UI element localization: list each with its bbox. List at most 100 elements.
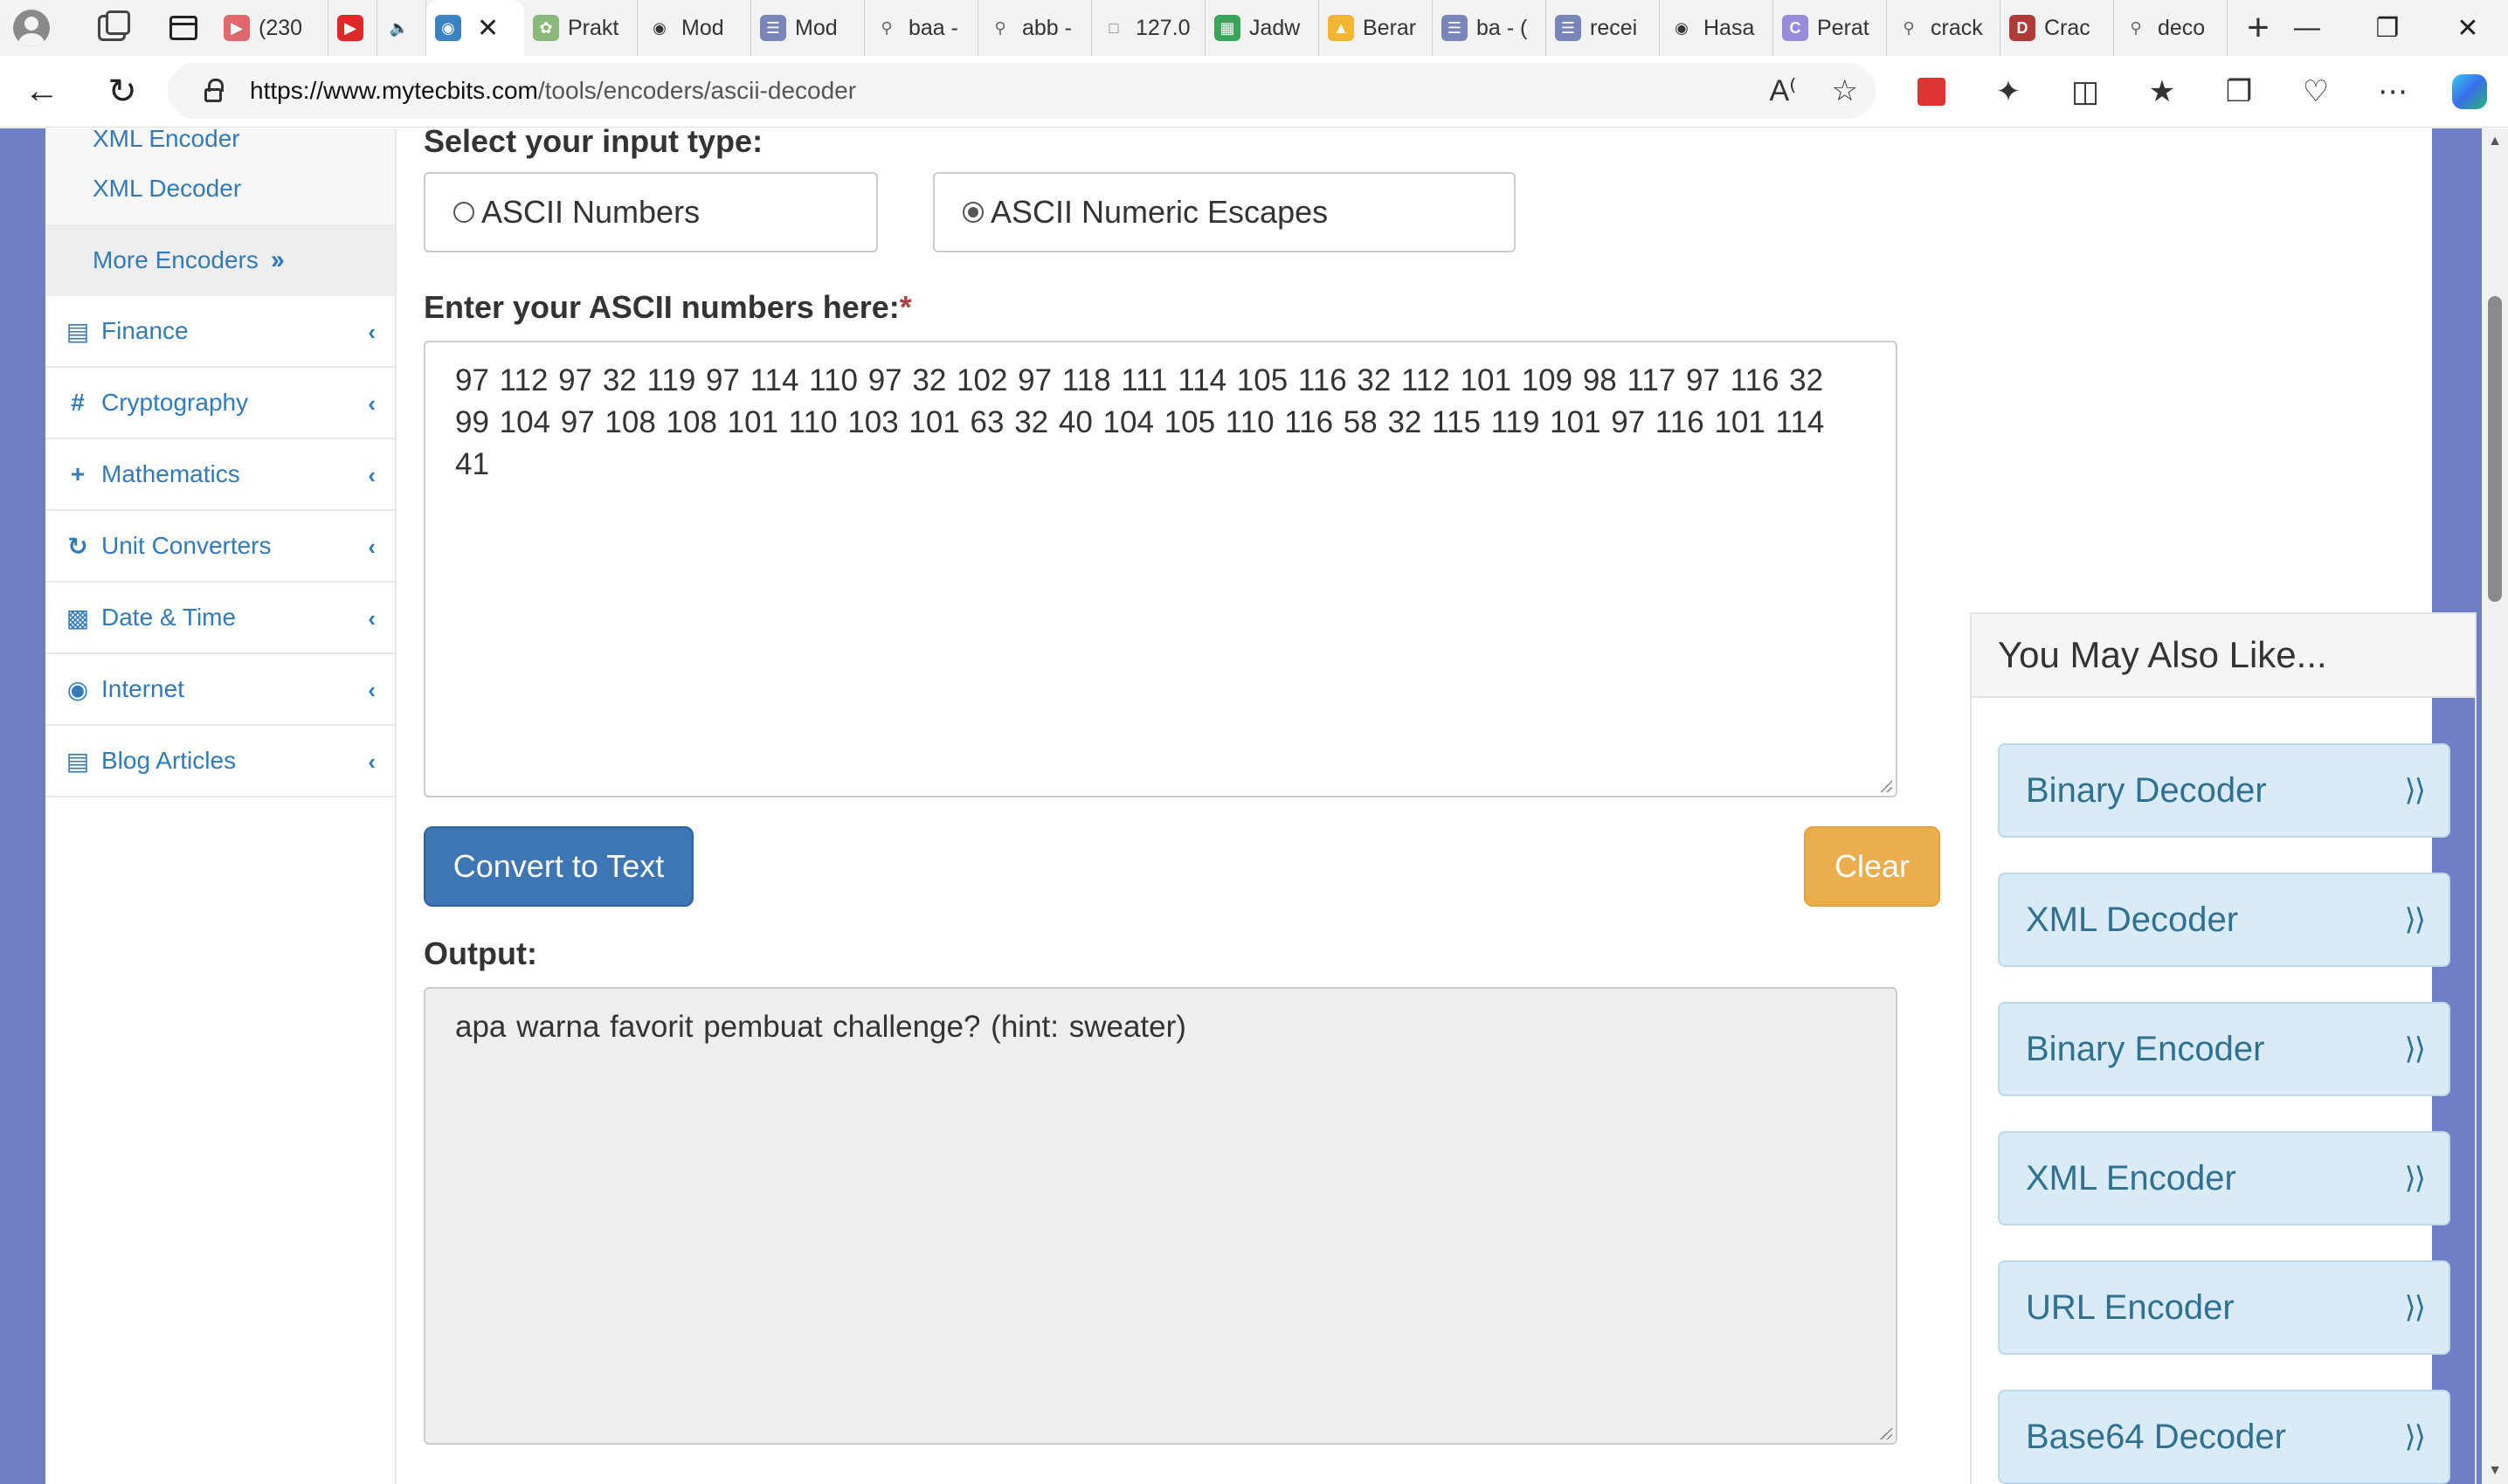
sidebar-item-unit-converters[interactable]: ↻ Unit Converters ‹ bbox=[45, 511, 395, 583]
extensions-puzzle-icon[interactable]: ✦ bbox=[1970, 56, 2047, 128]
related-tool-label: Base64 Decoder bbox=[2026, 1417, 2286, 1456]
url-text[interactable]: https://www.mytecbits.com/tools/encoders… bbox=[250, 77, 856, 105]
sidebar-subitem-xml-encoder[interactable]: XML Encoder bbox=[45, 128, 395, 153]
drive-icon: ▲ bbox=[1328, 15, 1354, 41]
copilot-icon[interactable] bbox=[2431, 56, 2508, 128]
tab-close-icon[interactable]: ✕ bbox=[477, 13, 499, 44]
tab-title: Crac bbox=[2044, 15, 2090, 40]
related-tool-link[interactable]: XML Encoder ⟩⟩ bbox=[1998, 1131, 2450, 1225]
profile-avatar-icon[interactable] bbox=[7, 3, 56, 52]
related-tool-label: URL Encoder bbox=[2026, 1287, 2235, 1327]
scroll-up-arrow-icon[interactable]: ▲ bbox=[2482, 128, 2508, 155]
more-menu-icon[interactable]: ⋯ bbox=[2354, 56, 2431, 128]
split-screen-icon[interactable]: ◫ bbox=[2047, 56, 2124, 128]
scroll-down-arrow-icon[interactable]: ▼ bbox=[2482, 1458, 2508, 1484]
browser-tab[interactable]: ▦ Jadw bbox=[1206, 0, 1319, 56]
sidebar-subitem-xml-decoder[interactable]: XML Decoder bbox=[45, 153, 395, 224]
sidebar-item-finance[interactable]: ▤ Finance ‹ bbox=[45, 296, 395, 368]
browser-toolbar: ← ↻ https://www.mytecbits.com/tools/enco… bbox=[0, 56, 2508, 128]
minimize-button[interactable]: — bbox=[2267, 0, 2347, 56]
browser-tab[interactable]: ☰ recei bbox=[1546, 0, 1660, 56]
browser-tab[interactable]: ▶ bbox=[328, 0, 377, 56]
sidebar-item-label: Unit Converters bbox=[101, 532, 272, 559]
sidebar-item-label: Mathematics bbox=[101, 460, 240, 487]
output-textarea[interactable]: apa warna favorit pembuat challenge? (hi… bbox=[424, 987, 1897, 1445]
sidebar-item-date-time[interactable]: ▩ Date & Time ‹ bbox=[45, 583, 395, 654]
related-tool-link[interactable]: XML Decoder ⟩⟩ bbox=[1998, 873, 2450, 967]
double-chevron-right-icon: ⟩⟩ bbox=[2404, 903, 2425, 936]
page-scrollbar[interactable]: ▲ ▼ bbox=[2482, 128, 2508, 1484]
lock-icon[interactable] bbox=[187, 63, 239, 119]
sidebar-item-cryptography[interactable]: # Cryptography ‹ bbox=[45, 368, 395, 439]
browser-tab[interactable]: □ 127.0 bbox=[1092, 0, 1206, 56]
convert-to-text-button[interactable]: Convert to Text bbox=[424, 826, 694, 907]
search-icon: ⚲ bbox=[1903, 18, 1915, 37]
you-may-also-like-panel: You May Also Like... Binary Decoder ⟩⟩ XML… bbox=[1970, 612, 2477, 1484]
resize-handle-icon[interactable] bbox=[1880, 780, 1892, 792]
restore-button[interactable]: ❐ bbox=[2347, 0, 2428, 56]
related-tool-link[interactable]: Base64 Decoder ⟩⟩ bbox=[1998, 1390, 2450, 1484]
browser-tab[interactable]: D Crac bbox=[2000, 0, 2114, 56]
favorites-icon[interactable]: ★ bbox=[2124, 56, 2201, 128]
related-tool-link[interactable]: Binary Encoder ⟩⟩ bbox=[1998, 1002, 2450, 1096]
back-arrow-icon[interactable]: ← bbox=[7, 64, 77, 120]
read-aloud-icon[interactable]: A⁽ bbox=[1769, 73, 1796, 108]
sidebar-item-internet[interactable]: ◉ Internet ‹ bbox=[45, 654, 395, 726]
browser-tab[interactable]: ⚲ deco bbox=[2114, 0, 2228, 56]
tab-list: ▶ (230 ▶ 🔈 ◉ ✕ ✿ Prakt ◉ Mod ☰ Mod ⚲ baa - ⚲ abb - □ 127.… bbox=[215, 0, 2228, 56]
sidebar: XML Encoder XML Decoder More Encoders ›› … bbox=[45, 128, 397, 1484]
browser-tab[interactable]: ◉ Hasa bbox=[1660, 0, 1773, 56]
browser-tab[interactable]: C Perat bbox=[1773, 0, 1887, 56]
browser-tab[interactable]: ▶ (230 bbox=[215, 0, 328, 56]
browser-tab[interactable]: ⚲ crack bbox=[1887, 0, 2000, 56]
related-tool-link[interactable]: Binary Decoder ⟩⟩ bbox=[1998, 743, 2450, 838]
sidebar-item-blog-articles[interactable]: ▤ Blog Articles ‹ bbox=[45, 726, 395, 797]
search-icon: ⚲ bbox=[881, 18, 893, 37]
sidebar-item-label: Blog Articles bbox=[101, 747, 237, 774]
d-icon: D bbox=[2009, 15, 2035, 41]
browser-tab[interactable]: ◉ ✕ bbox=[426, 0, 524, 56]
resize-handle-icon[interactable] bbox=[1880, 1427, 1892, 1439]
hash-icon: # bbox=[71, 389, 85, 416]
browser-tab[interactable]: ⚲ baa - bbox=[865, 0, 978, 56]
favorite-star-icon[interactable]: ☆ bbox=[1832, 73, 1858, 108]
chevron-left-icon: ‹ bbox=[368, 319, 376, 345]
vertical-tabs-icon[interactable] bbox=[159, 3, 208, 52]
panel-heading: You May Also Like... bbox=[1972, 614, 2475, 698]
radio-ascii-numeric-escapes[interactable]: ASCII Numeric Escapes bbox=[933, 172, 1516, 252]
globe-icon: ◉ bbox=[435, 15, 461, 41]
search-icon: ⚲ bbox=[2130, 18, 2142, 37]
tab-title: Perat bbox=[1817, 15, 1869, 40]
browser-tab[interactable]: ☰ Mod bbox=[751, 0, 865, 56]
sidebar-item-mathematics[interactable]: + Mathematics ‹ bbox=[45, 439, 395, 511]
browser-tab[interactable]: ✿ Prakt bbox=[524, 0, 638, 56]
performance-heart-icon[interactable]: ♡ bbox=[2277, 56, 2354, 128]
browser-tab[interactable]: ▲ Berar bbox=[1319, 0, 1433, 56]
collections-icon[interactable]: ❐ bbox=[2201, 56, 2277, 128]
browser-tab[interactable]: ☰ ba - ( bbox=[1433, 0, 1546, 56]
tab-title: abb - bbox=[1022, 15, 1072, 40]
sidebar-item-label: Internet bbox=[101, 675, 184, 702]
globe-icon: ◉ bbox=[66, 675, 89, 703]
radio-button-ascii-numeric-escapes[interactable] bbox=[963, 202, 984, 223]
browser-tab[interactable]: ◉ Mod bbox=[638, 0, 751, 56]
close-window-button[interactable]: ✕ bbox=[2428, 0, 2508, 56]
input-type-label: Select your input type: bbox=[424, 128, 763, 159]
browser-tab[interactable]: 🔈 bbox=[377, 0, 426, 56]
radio-ascii-numbers[interactable]: ASCII Numbers bbox=[424, 172, 878, 252]
browser-tab[interactable]: ⚲ abb - bbox=[978, 0, 1092, 56]
workspaces-icon[interactable] bbox=[87, 3, 136, 52]
sidebar-more-encoders[interactable]: More Encoders ›› bbox=[45, 224, 395, 296]
extension-red-icon[interactable] bbox=[1893, 56, 1970, 128]
tab-title: Prakt bbox=[568, 15, 619, 40]
radio-button-ascii-numbers[interactable] bbox=[453, 202, 474, 223]
tab-strip: ▶ (230 ▶ 🔈 ◉ ✕ ✿ Prakt ◉ Mod ☰ Mod ⚲ baa - ⚲ abb - □ 127.… bbox=[0, 0, 2508, 56]
sidebar-item-label: Cryptography bbox=[101, 389, 249, 416]
input-field-label: Enter your ASCII numbers here:* bbox=[424, 289, 912, 325]
clear-button[interactable]: Clear bbox=[1804, 826, 1940, 907]
related-tool-link[interactable]: URL Encoder ⟩⟩ bbox=[1998, 1260, 2450, 1355]
scrollbar-thumb[interactable] bbox=[2488, 296, 2502, 602]
ascii-input-textarea[interactable]: 97 112 97 32 119 97 114 110 97 32 102 97… bbox=[424, 341, 1897, 797]
refresh-icon[interactable]: ↻ bbox=[87, 64, 157, 120]
address-bar[interactable]: https://www.mytecbits.com/tools/encoders… bbox=[168, 63, 1876, 119]
